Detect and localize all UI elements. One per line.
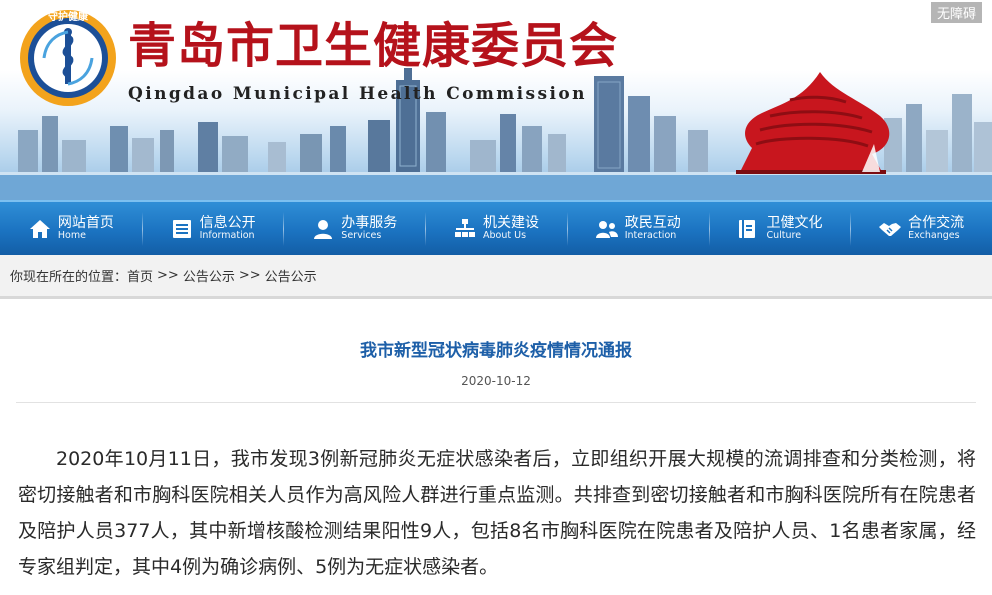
nav-item-services[interactable]: 办事服务 Services xyxy=(283,202,425,255)
nav-label: 信息公开 xyxy=(199,214,256,231)
home-icon xyxy=(29,219,50,238)
breadcrumb-link-notices[interactable]: 公告公示 xyxy=(183,266,235,285)
accessibility-link[interactable]: 无障碍 xyxy=(930,2,982,23)
nav-label: 机关建设 xyxy=(483,214,540,231)
nav-item-information[interactable]: 信息公开 Information xyxy=(141,202,284,255)
nav-sublabel: Home xyxy=(57,229,86,241)
article-date: 2020-10-12 xyxy=(461,374,531,388)
people-icon xyxy=(595,220,618,238)
breadcrumb-prefix: 你现在所在的位置： xyxy=(10,270,128,285)
nav-item-home[interactable]: 网站首页 Home xyxy=(0,202,142,255)
breadcrumb-link-home[interactable]: 首页 xyxy=(127,266,153,285)
nav-sublabel: Culture xyxy=(766,229,802,241)
article-title: 我市新型冠状病毒肺炎疫情情况通报 xyxy=(360,341,632,361)
org-chart-icon xyxy=(455,218,476,237)
nav-label: 合作交流 xyxy=(908,214,965,231)
breadcrumb: 你现在所在的位置： 首页 >> 公告公示 >> 公告公示 xyxy=(0,255,992,299)
breadcrumb-separator: >> xyxy=(238,268,261,283)
book-icon xyxy=(739,219,756,238)
nav-sublabel: Information xyxy=(199,229,255,241)
nav-label: 网站首页 xyxy=(57,214,114,231)
nav-item-exchanges[interactable]: 合作交流 Exchanges xyxy=(850,202,992,255)
site-banner: 守护健康 青岛市卫生健康委员会 Qingdao Municipal Health… xyxy=(0,0,992,200)
breadcrumb-separator: >> xyxy=(157,268,179,283)
user-service-icon xyxy=(314,219,333,239)
nav-item-culture[interactable]: 卫健文化 Culture xyxy=(708,202,851,255)
nav-label: 政民互动 xyxy=(624,214,681,231)
document-list-icon xyxy=(172,219,191,238)
handshake-icon xyxy=(879,222,902,236)
divider xyxy=(16,402,976,403)
emblem-top-text: 守护健康 xyxy=(48,10,89,23)
main-navigation: 网站首页 Home 信息公开 Information 办事服务 Services xyxy=(0,200,992,255)
nav-sublabel: Exchanges xyxy=(908,229,960,241)
nav-sublabel: Interaction xyxy=(624,229,677,241)
city-skyline-illustration xyxy=(0,68,992,200)
nav-label: 卫健文化 xyxy=(766,214,823,231)
nav-item-interaction[interactable]: 政民互动 Interaction xyxy=(566,202,709,255)
article-paragraph: 2020年10月11日，我市发现3例新冠肺炎无症状感染者后，立即组织开展大规模的… xyxy=(18,448,976,578)
site-title-chinese: 青岛市卫生健康委员会 xyxy=(128,18,619,74)
commission-emblem-logo: 守护健康 xyxy=(20,10,116,106)
nav-item-about-us[interactable]: 机关建设 About Us xyxy=(425,202,567,255)
nav-label: 办事服务 xyxy=(341,214,398,231)
breadcrumb-link-notices-sub[interactable]: 公告公示 xyxy=(265,266,317,285)
nav-sublabel: Services xyxy=(341,229,382,241)
site-title-english: Qingdao Municipal Health Commission xyxy=(128,84,587,104)
nav-sublabel: About Us xyxy=(483,229,527,241)
